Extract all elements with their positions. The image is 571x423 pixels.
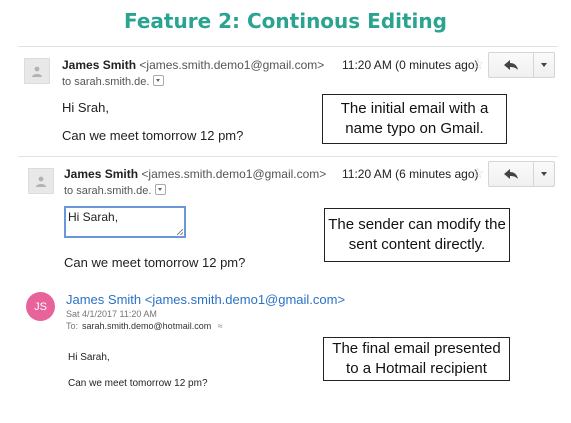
email-body: Can we meet tomorrow 12 pm? [64,255,246,270]
inline-edit-textarea[interactable]: Hi Sarah, [64,206,186,238]
sender-line: James Smith <james.smith.demo1@gmail.com… [62,58,324,72]
recipient-text: to sarah.smith.de. [62,76,150,88]
star-icon[interactable]: ☆ [471,164,484,182]
avatar [24,58,50,84]
email-greeting: Hi Srah, [62,100,109,115]
email-body: Can we meet tomorrow 12 pm? [62,128,244,143]
chevron-down-icon [541,172,547,176]
email-body: Can we meet tomorrow 12 pm? [68,378,208,389]
recipient-line: To: sarah.smith.demo@hotmail.com ≈ [66,321,223,331]
reply-button-group [488,52,555,78]
reply-arrow-icon [504,169,518,179]
callout-initial-email: The initial email with a name typo on Gm… [322,94,507,144]
reply-button[interactable] [489,162,534,186]
more-button[interactable] [534,53,554,77]
edit-text: Hi Sarah, [68,210,119,224]
reply-button[interactable] [489,53,534,77]
avatar: JS [26,292,55,321]
recipient-line: to sarah.smith.de. [62,75,165,88]
more-button[interactable] [534,162,554,186]
details-dropdown-icon[interactable] [153,75,165,86]
reply-button-group [488,161,555,187]
divider [18,156,558,157]
reply-arrow-icon [504,60,518,70]
timestamp: Sat 4/1/2017 11:20 AM [66,309,157,319]
person-icon [36,176,46,187]
sender-email: <james.smith.demo1@gmail.com> [139,58,325,72]
avatar [28,168,54,194]
timestamp: 11:20 AM (6 minutes ago) [342,167,479,181]
sender-line: James Smith <james.smith.demo1@gmail.com… [64,167,326,181]
person-icon [32,66,42,77]
email-greeting: Hi Sarah, [68,352,110,363]
sender-name: James Smith [62,58,137,72]
details-dropdown-icon[interactable] [155,184,167,195]
divider [18,46,558,47]
sender-line[interactable]: James Smith <james.smith.demo1@gmail.com… [66,292,345,307]
chevron-down-icon [541,63,547,67]
recipient-text: sarah.smith.demo@hotmail.com [82,321,212,331]
callout-final-email: The final email presented to a Hotmail r… [323,337,510,381]
timestamp: 11:20 AM (0 minutes ago) [342,58,479,72]
recipient-text: to sarah.smith.de. [64,185,152,197]
sender-name: James Smith [64,167,139,181]
expand-icon[interactable]: ≈ [218,321,223,331]
recipient-line: to sarah.smith.de. [64,184,167,197]
callout-modify: The sender can modify the sent content d… [324,208,510,262]
star-icon[interactable]: ☆ [471,55,484,73]
sender-email: <james.smith.demo1@gmail.com> [141,167,327,181]
resize-handle[interactable] [177,229,183,235]
slide-title: Feature 2: Continous Editing [124,9,447,33]
to-label: To: [66,321,79,331]
